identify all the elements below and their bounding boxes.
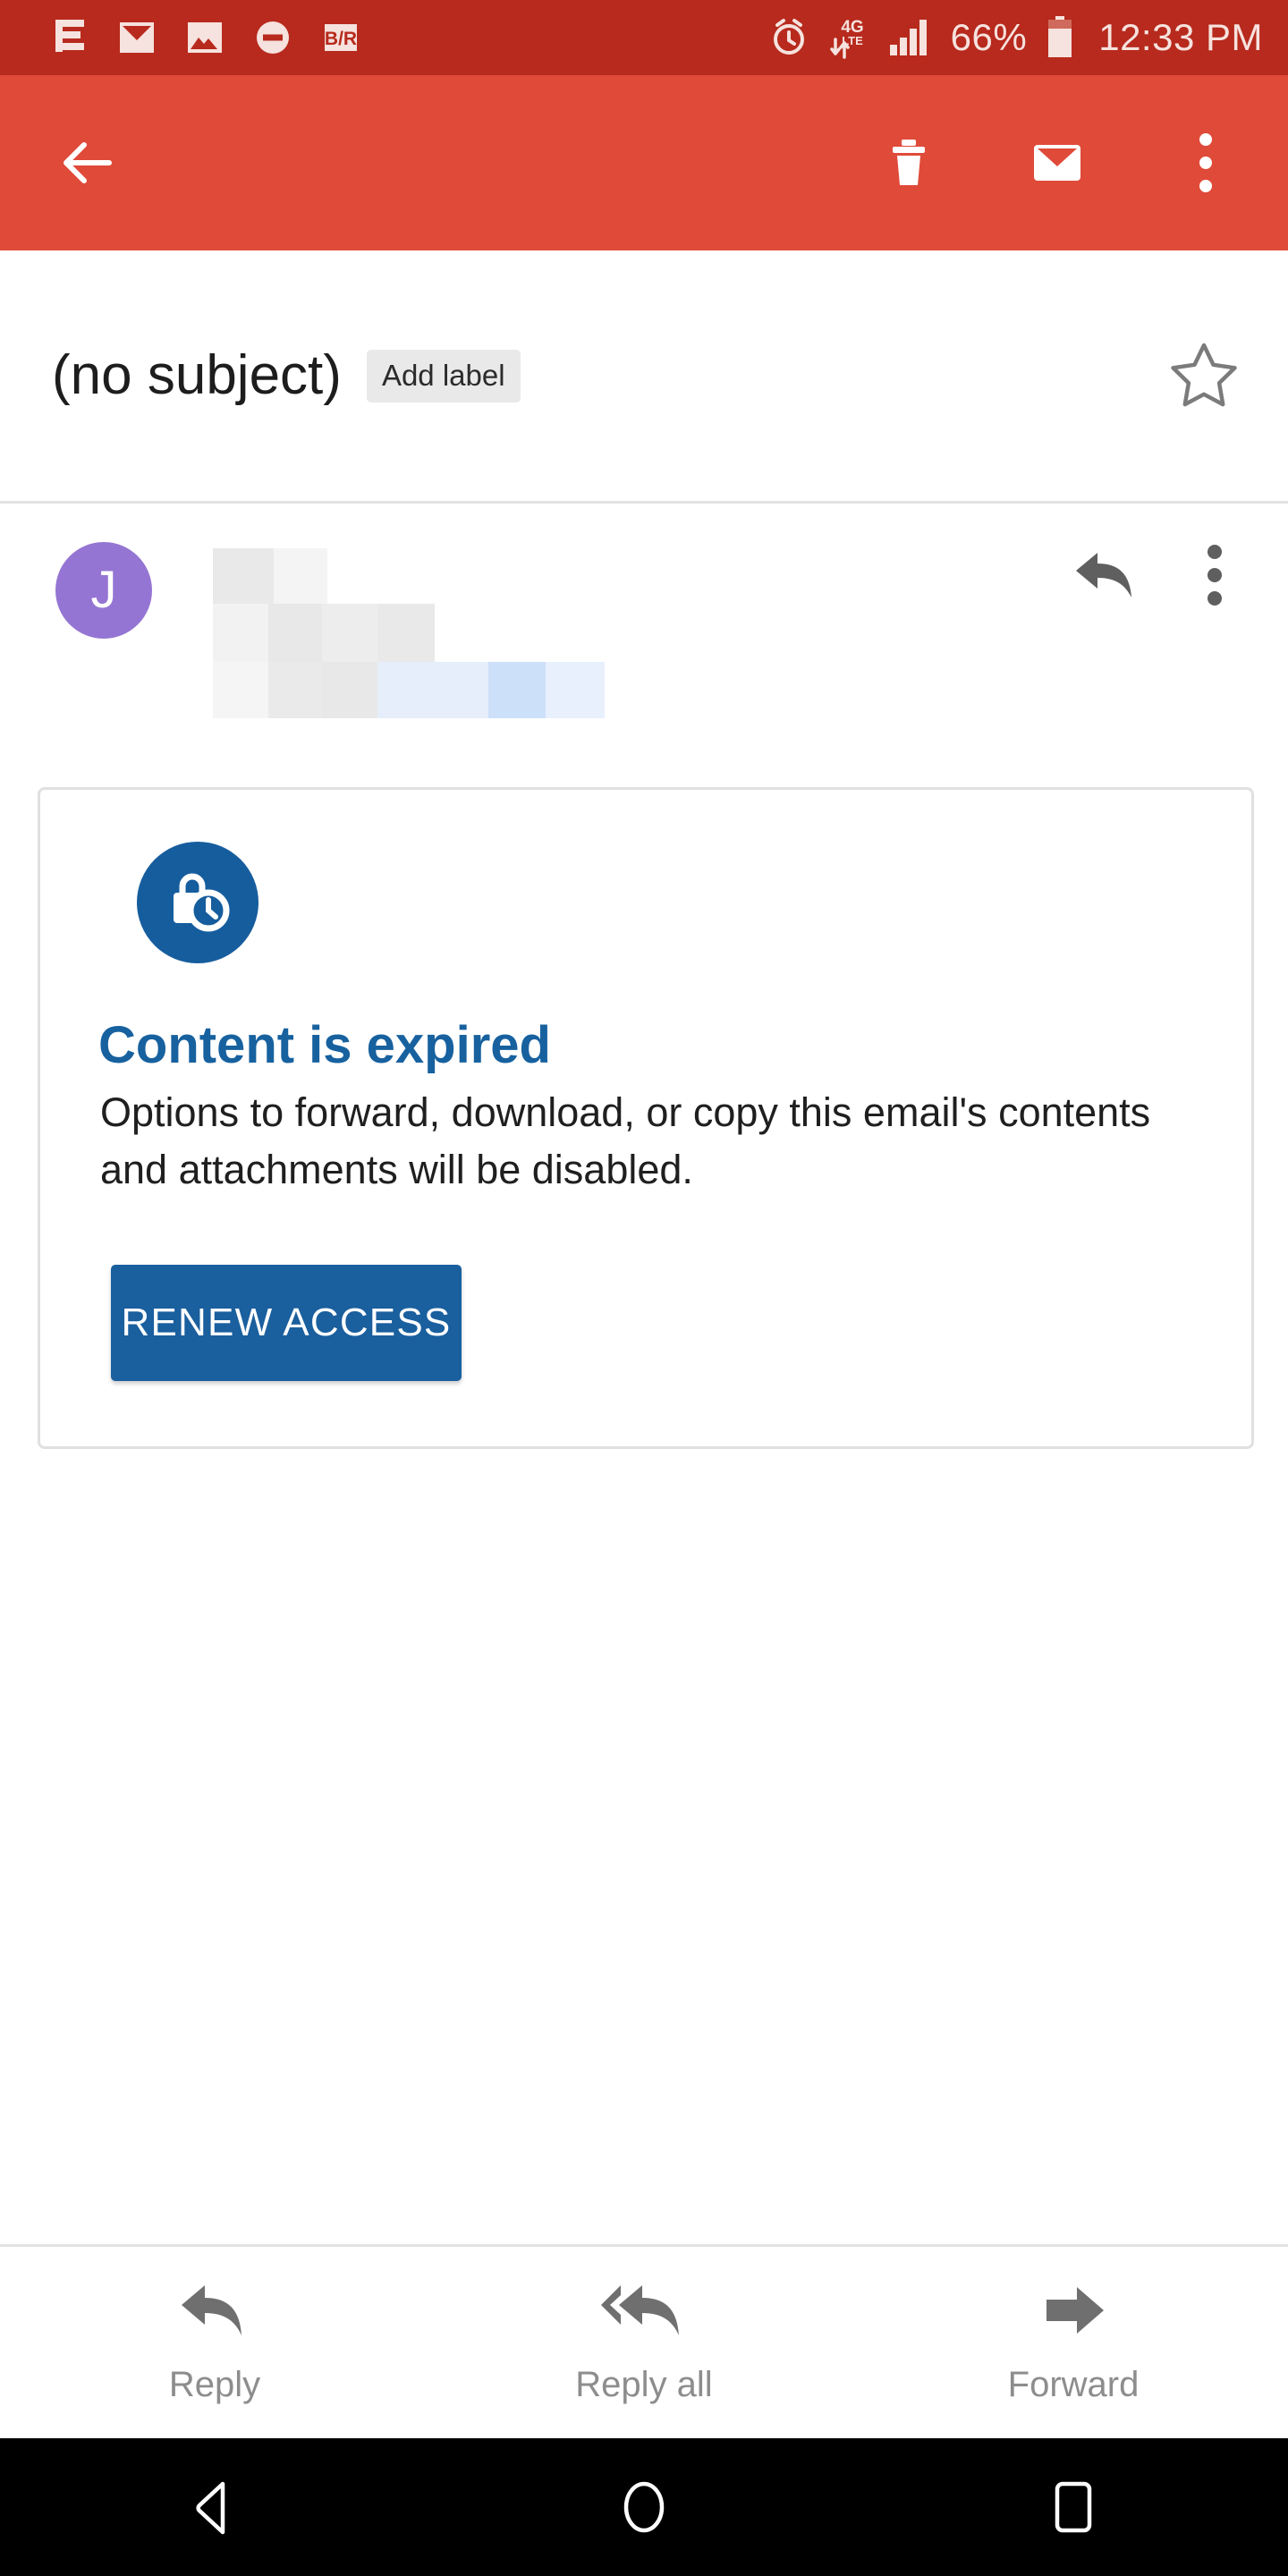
status-bar-left-icons: B/R <box>52 18 360 57</box>
nav-back-button[interactable] <box>0 2479 429 2536</box>
nav-home-button[interactable] <box>429 2479 859 2536</box>
star-icon[interactable] <box>1161 333 1247 419</box>
reply-arrow-icon <box>178 2278 251 2347</box>
reply-button[interactable]: Reply <box>0 2278 429 2402</box>
lock-clock-icon <box>137 842 258 963</box>
card-body-text: Options to forward, download, or copy th… <box>100 1089 1151 1192</box>
android-nav-bar <box>0 2438 1288 2576</box>
forward-label: Forward <box>1007 2364 1140 2404</box>
status-bar-right-icons: 4G LTE 66% 12:33 PM <box>768 14 1263 61</box>
reply-label: Reply <box>168 2364 261 2404</box>
nav-recents-button[interactable] <box>859 2479 1288 2536</box>
photo-icon <box>186 19 224 56</box>
status-bar-clock: 12:33 PM <box>1098 16 1263 58</box>
subject-row: (no subject) Add label <box>0 250 1288 501</box>
app-screen: B/R 4G LTE 66% 12:33 PM (no subject) Add… <box>0 0 1288 2576</box>
subject-divider <box>0 501 1288 504</box>
message-reply-icon[interactable] <box>1068 537 1145 614</box>
reply-all-button[interactable]: Reply all <box>429 2278 859 2402</box>
delete-icon[interactable] <box>873 127 945 199</box>
message-overflow-icon[interactable] <box>1181 537 1249 614</box>
page-title: (no subject) <box>52 344 342 406</box>
add-label-chip[interactable]: Add label <box>366 349 521 402</box>
renew-access-button[interactable]: RENEW ACCESS <box>111 1265 462 1381</box>
reply-all-arrow-icon <box>599 2278 689 2347</box>
forward-arrow-icon <box>1038 2278 1109 2347</box>
back-button[interactable] <box>50 127 122 199</box>
battery-icon <box>1046 16 1073 59</box>
toolbar-actions <box>873 127 1241 199</box>
bleacher-report-icon: B/R <box>322 19 360 56</box>
action-bar: Reply Reply all Forward <box>0 2247 1288 2433</box>
message-header: J <box>0 528 1288 718</box>
svg-text:B/R: B/R <box>325 29 357 49</box>
mark-unread-icon[interactable] <box>1021 127 1093 199</box>
status-bar: B/R 4G LTE 66% 12:33 PM <box>0 0 1288 75</box>
signal-bars-icon <box>888 18 931 57</box>
battery-percent-label: 66% <box>950 16 1028 58</box>
network-4glte-icon: 4G LTE <box>829 14 869 61</box>
app-toolbar <box>0 75 1288 250</box>
card-title: Content is expired <box>98 1016 551 1074</box>
notification-list-icon <box>52 18 88 57</box>
avatar-letter: J <box>90 561 117 619</box>
overflow-menu-icon[interactable] <box>1170 127 1241 199</box>
avatar[interactable]: J <box>55 542 152 639</box>
email-icon <box>118 19 156 56</box>
forward-button[interactable]: Forward <box>859 2278 1288 2402</box>
do-not-disturb-icon <box>254 19 292 56</box>
reply-all-label: Reply all <box>575 2364 713 2404</box>
alarm-icon <box>768 17 809 58</box>
